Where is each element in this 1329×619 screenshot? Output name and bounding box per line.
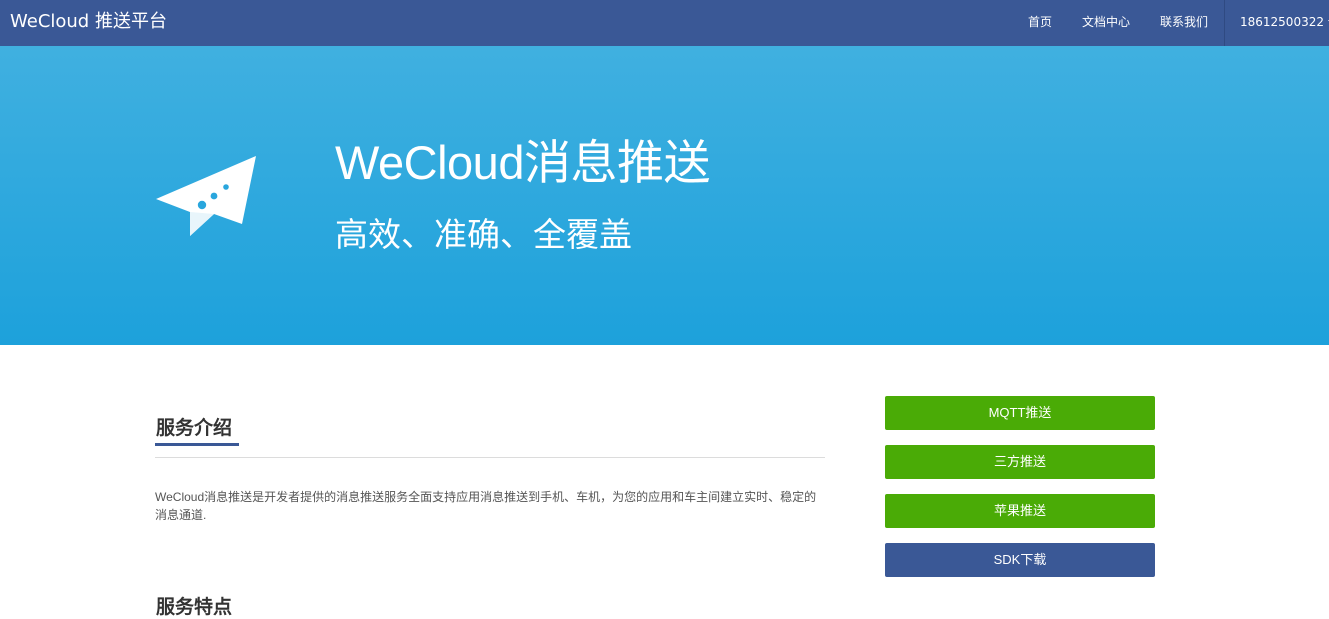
- hero-title: WeCloud消息推送: [335, 136, 710, 189]
- sdk-download-button[interactable]: SDK下载: [885, 543, 1155, 577]
- apple-push-button[interactable]: 苹果推送: [885, 494, 1155, 528]
- intro-paragraph: WeCloud消息推送是开发者提供的消息推送服务全面支持应用消息推送到手机、车机…: [155, 490, 817, 522]
- section-title-intro: 服务介绍: [156, 418, 233, 439]
- hero-subtitle: 高效、准确、全覆盖: [335, 216, 632, 253]
- user-menu-dropdown[interactable]: 18612500322: [1224, 0, 1329, 46]
- nav-link-contact[interactable]: 联系我们: [1160, 0, 1208, 44]
- user-phone-label: 18612500322: [1240, 15, 1324, 29]
- nav-link-docs[interactable]: 文档中心: [1082, 0, 1130, 44]
- brand-logo-text[interactable]: WeCloud 推送平台: [10, 0, 167, 44]
- mqtt-push-button[interactable]: MQTT推送: [885, 396, 1155, 430]
- paper-plane-icon: [156, 156, 256, 236]
- hero-banner: WeCloud消息推送 高效、准确、全覆盖: [0, 46, 1329, 345]
- section-divider: [155, 457, 825, 458]
- section-title-underline: [155, 443, 239, 446]
- third-party-push-button[interactable]: 三方推送: [885, 445, 1155, 479]
- section-title-features: 服务特点: [156, 597, 233, 618]
- top-navbar: WeCloud 推送平台 首页 文档中心 联系我们 18612500322: [0, 0, 1329, 46]
- nav-link-home[interactable]: 首页: [1028, 0, 1052, 44]
